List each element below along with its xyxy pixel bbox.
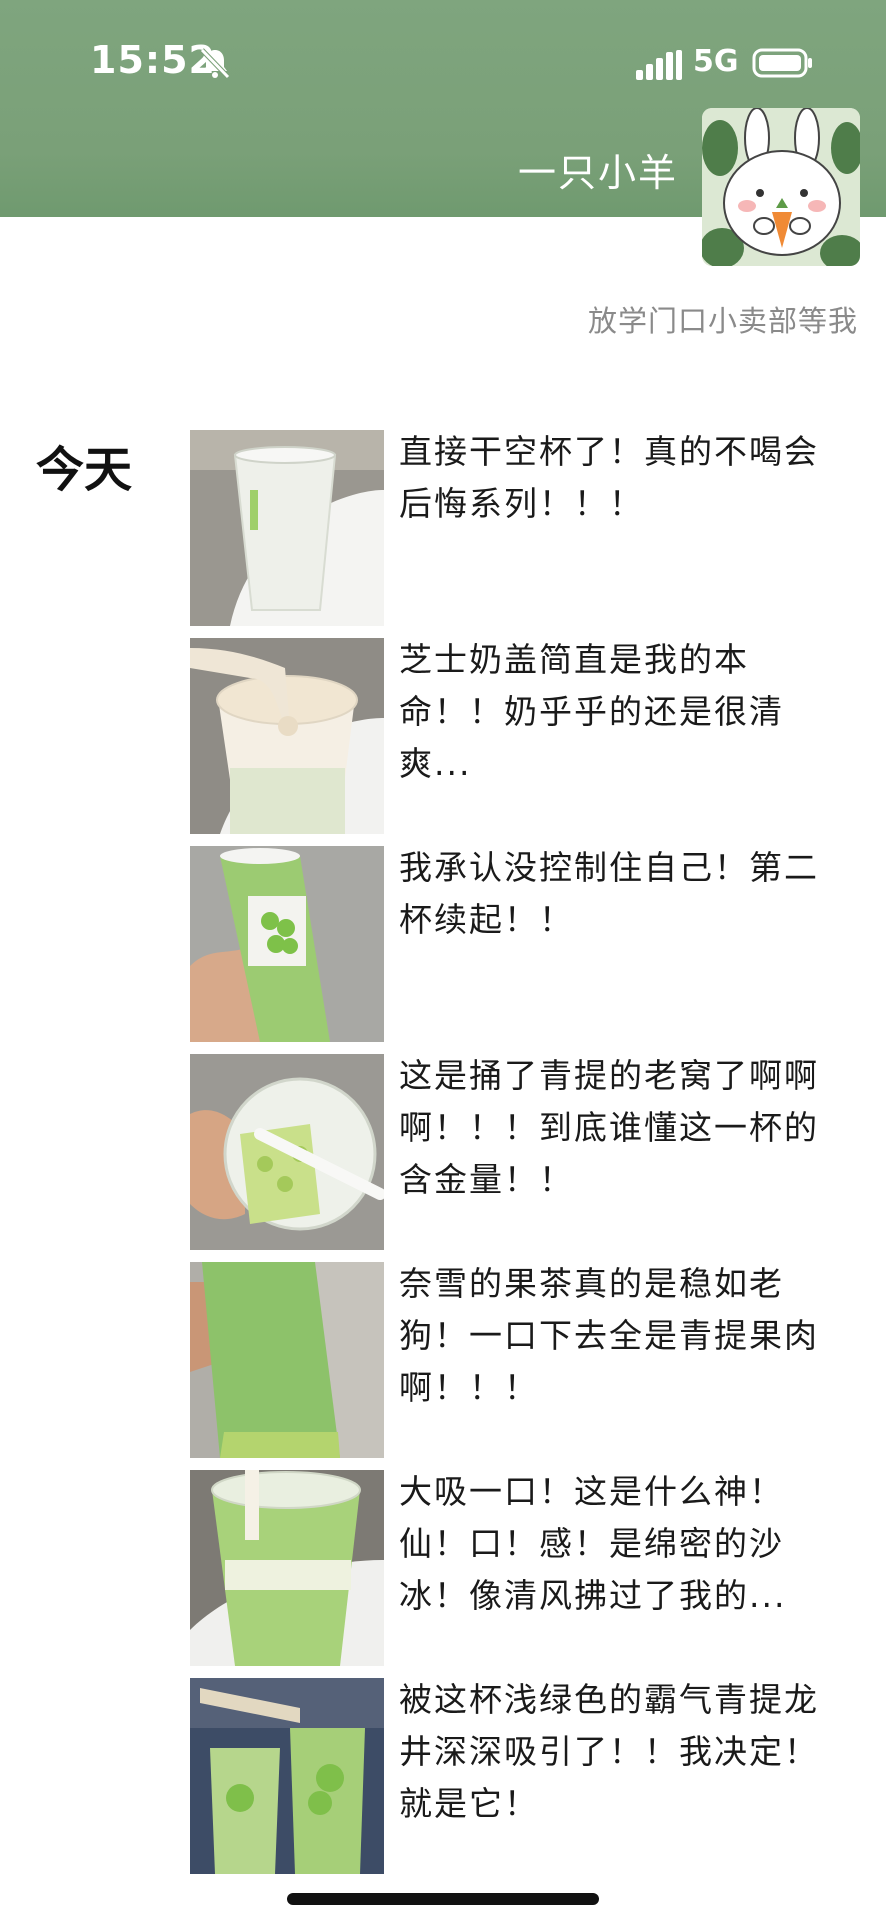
post-thumbnail[interactable] (190, 1262, 384, 1458)
signal-icon (636, 50, 682, 80)
post-thumbnail[interactable] (190, 846, 384, 1042)
post-thumbnail[interactable] (190, 638, 384, 834)
post-text: 直接干空杯了！真的不喝会后悔系列！！！ (399, 432, 819, 523)
feed-post[interactable]: 这是捅了青提的老窝了啊啊啊！！！到底谁懂这一杯的含金量！！ (190, 1054, 870, 1252)
feed-post[interactable]: 被这杯浅绿色的霸气青提龙井深深吸引了！！我决定！就是它！ (190, 1678, 870, 1876)
username: 一只小羊 (517, 151, 678, 195)
post-thumbnail[interactable] (190, 430, 384, 626)
feed-post[interactable]: 奈雪的果茶真的是稳如老狗！一口下去全是青提果肉啊！！！ (190, 1262, 870, 1460)
post-text: 奈雪的果茶真的是稳如老狗！一口下去全是青提果肉啊！！！ (399, 1264, 819, 1407)
post-thumbnail[interactable] (190, 1470, 384, 1666)
profile-signature: 放学门口小卖部等我 (587, 304, 858, 338)
post-text: 这是捅了青提的老窝了啊啊啊！！！到底谁懂这一杯的含金量！！ (399, 1056, 819, 1199)
post-text: 我承认没控制住自己！第二杯续起！！ (399, 848, 819, 939)
bell-mute-icon (198, 46, 232, 80)
feed-post[interactable]: 直接干空杯了！真的不喝会后悔系列！！！ (190, 430, 870, 628)
post-text: 大吸一口！这是什么神！仙！口！感！是绵密的沙冰！像清风拂过了我的... (399, 1472, 787, 1615)
post-text: 被这杯浅绿色的霸气青提龙井深深吸引了！！我决定！就是它！ (399, 1680, 819, 1823)
post-thumbnail[interactable] (190, 1678, 384, 1874)
feed-post[interactable]: 芝士奶盖简直是我的本命！！奶乎乎的还是很清爽... (190, 638, 870, 836)
post-text: 芝士奶盖简直是我的本命！！奶乎乎的还是很清爽... (399, 640, 784, 783)
feed-post[interactable]: 大吸一口！这是什么神！仙！口！感！是绵密的沙冰！像清风拂过了我的... (190, 1470, 870, 1668)
home-indicator[interactable] (287, 1893, 599, 1905)
battery-icon (752, 48, 814, 78)
post-thumbnail[interactable] (190, 1054, 384, 1250)
day-label: 今天 (36, 442, 133, 498)
feed-post[interactable]: 我承认没控制住自己！第二杯续起！！ (190, 846, 870, 1044)
avatar[interactable] (702, 108, 860, 266)
network-label: 5G (693, 44, 739, 79)
